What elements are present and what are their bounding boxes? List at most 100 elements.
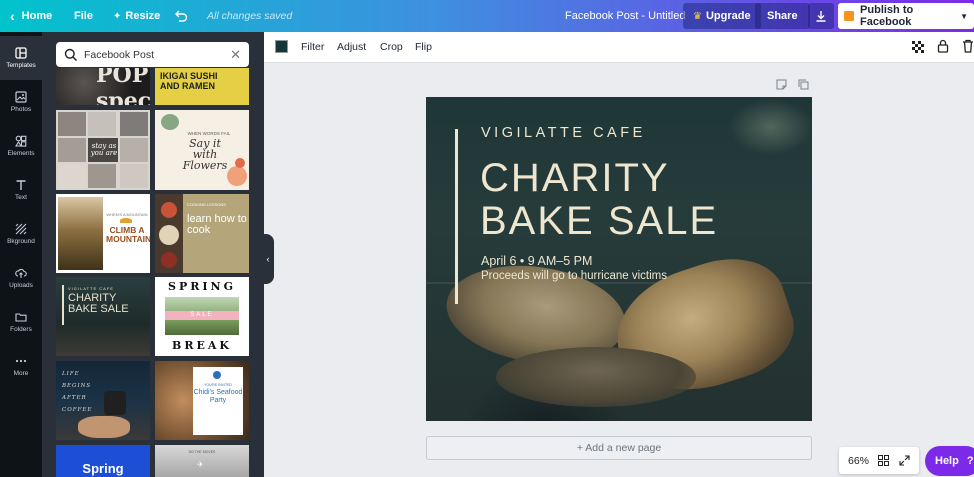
save-status: All changes saved xyxy=(207,10,293,22)
more-dots-icon xyxy=(15,359,27,363)
close-icon[interactable]: ✕ xyxy=(230,47,241,63)
nav-more[interactable]: More xyxy=(0,344,42,388)
thumbnail-text: stay as you are xyxy=(90,142,118,157)
template-thumbnail[interactable]: IKIGAI SUSHI AND RAMEN xyxy=(155,68,249,105)
note-text[interactable]: Proceeds will go to hurricane victims xyxy=(481,270,667,282)
share-button[interactable]: Share xyxy=(755,3,810,29)
upgrade-button[interactable]: ♛ Upgrade xyxy=(683,3,761,29)
transparency-icon[interactable] xyxy=(912,41,924,53)
thumbnail-text: CLIMB A MOUNTAIN! xyxy=(106,225,150,244)
template-thumbnail[interactable]: WHEN'S A MOUNTAIN CLIMB A MOUNTAIN! xyxy=(56,194,150,273)
filter-button[interactable]: Filter xyxy=(301,41,324,53)
chevron-left-icon: ‹ xyxy=(10,8,15,24)
page-notes-icon[interactable] xyxy=(776,79,787,90)
folder-icon xyxy=(15,313,27,322)
nav-text[interactable]: Text xyxy=(0,168,42,212)
headline-line-1: CHARITY xyxy=(480,156,670,200)
nav-elements[interactable]: Elements xyxy=(0,124,42,168)
nav-folders[interactable]: Folders xyxy=(0,300,42,344)
trash-icon[interactable] xyxy=(962,39,974,53)
publish-label: Publish to Facebook xyxy=(860,4,914,28)
nav-label: Elements xyxy=(7,150,35,157)
nav-uploads[interactable]: Uploads xyxy=(0,256,42,300)
nav-label: Bkground xyxy=(7,238,35,245)
duplicate-page-icon[interactable] xyxy=(798,79,809,90)
grid-view-icon[interactable] xyxy=(878,455,889,466)
chevron-down-icon[interactable]: ▼ xyxy=(960,12,968,21)
thumbnail-text: Chidi's Seafood Party xyxy=(193,389,243,404)
search-input[interactable] xyxy=(84,48,224,61)
side-nav: Templates Photos Elements Text Bkground … xyxy=(0,32,42,477)
crop-button[interactable]: Crop xyxy=(380,41,403,53)
template-thumbnail[interactable]: COOKING LESSONS learn how to cook xyxy=(155,194,249,273)
crown-icon: ♛ xyxy=(693,10,702,22)
template-thumbnail[interactable]: VIGILATTE CAFE CHARITY BAKE SALE xyxy=(56,277,150,356)
zoom-control: 66% xyxy=(839,447,919,474)
collapse-panel-button[interactable]: ‹ xyxy=(262,234,274,284)
publish-facebook-button[interactable]: Publish to Facebook ▼ xyxy=(838,3,974,29)
thumbnail-text: WHEN WORDS FAIL xyxy=(187,131,231,136)
template-thumbnail[interactable]: Spring xyxy=(56,445,150,477)
nav-label: Templates xyxy=(6,62,36,69)
template-thumbnail[interactable]: POP specials xyxy=(56,68,150,105)
thumbnail-text: CHARITY BAKE SALE xyxy=(68,292,129,315)
accent-line[interactable] xyxy=(455,129,458,304)
cafe-name-text[interactable]: VIGILATTE CAFE xyxy=(481,125,646,141)
headline-text[interactable]: CHARITY BAKE SALE xyxy=(480,157,718,243)
thumbnail-text: SPRING xyxy=(168,280,236,293)
shapes-icon xyxy=(15,135,27,147)
templates-icon xyxy=(15,47,27,59)
sparkle-icon: ✦ xyxy=(113,10,122,22)
home-label: Home xyxy=(21,10,53,22)
nav-label: Uploads xyxy=(9,282,33,289)
undo-button[interactable] xyxy=(174,0,187,32)
nav-label: Text xyxy=(15,194,27,201)
template-thumbnail[interactable]: stay as you are xyxy=(56,110,150,190)
text-icon xyxy=(16,180,26,190)
thumbnail-text: learn how to cook xyxy=(187,213,247,236)
template-thumbnail[interactable]: WHEN WORDS FAIL Say it with Flowers xyxy=(155,110,249,190)
photo-icon xyxy=(15,91,27,103)
thumbnail-text: DO THE MOVES xyxy=(188,450,216,454)
nav-background[interactable]: Bkground xyxy=(0,212,42,256)
thumbnail-text: BREAK xyxy=(172,339,232,352)
thumbnail-text: Spring xyxy=(82,461,124,476)
template-search[interactable]: ✕ xyxy=(56,42,249,67)
adjust-button[interactable]: Adjust xyxy=(337,41,366,53)
flag-icon xyxy=(844,11,855,21)
top-bar: ‹ Home File ✦ Resize All changes saved F… xyxy=(0,0,974,32)
thumbnail-text: WHEN'S A MOUNTAIN xyxy=(106,212,148,217)
upload-cloud-icon xyxy=(15,268,27,278)
help-button[interactable]: Help ? xyxy=(925,446,974,476)
thumbnail-text: Say it with Flowers xyxy=(182,137,228,172)
document-title[interactable]: Facebook Post - Untitled xyxy=(565,0,685,32)
thumbnail-text: LIFE BEGINS AFTER COFFEE xyxy=(62,371,93,413)
add-page-button[interactable]: + Add a new page xyxy=(426,436,812,460)
nav-label: Photos xyxy=(10,106,32,113)
home-button[interactable]: ‹ Home xyxy=(10,0,52,32)
download-button[interactable] xyxy=(808,3,834,29)
thumbnail-text: YOU'RE INVITED xyxy=(204,383,232,387)
nav-templates[interactable]: Templates xyxy=(0,36,42,80)
template-thumbnail[interactable]: DO THE MOVES ✈ xyxy=(155,445,249,477)
color-swatch[interactable] xyxy=(275,40,288,53)
editor-toolbar: Filter Adjust Crop Flip xyxy=(264,32,974,63)
file-menu[interactable]: File xyxy=(74,0,93,32)
fullscreen-icon[interactable] xyxy=(899,455,910,466)
template-thumbnail[interactable]: SPRING SALE BREAK xyxy=(155,277,249,356)
download-icon xyxy=(816,11,826,22)
design-canvas[interactable]: VIGILATTE CAFE CHARITY BAKE SALE April 6… xyxy=(426,97,812,421)
thumbnail-text: POP specials xyxy=(96,68,150,105)
thumbnail-text: SALE xyxy=(190,312,214,318)
plane-icon: ✈ xyxy=(197,460,204,469)
template-thumbnail[interactable]: YOU'RE INVITED Chidi's Seafood Party xyxy=(155,361,249,440)
flip-button[interactable]: Flip xyxy=(415,41,432,53)
nav-photos[interactable]: Photos xyxy=(0,80,42,124)
lock-icon[interactable] xyxy=(937,39,949,53)
date-text[interactable]: April 6 • 9 AM–5 PM xyxy=(481,254,592,268)
thumbnail-text: IKIGAI SUSHI AND RAMEN xyxy=(160,71,218,91)
resize-button[interactable]: ✦ Resize xyxy=(113,0,160,32)
zoom-level[interactable]: 66% xyxy=(848,455,869,467)
thumbnail-text: COOKING LESSONS xyxy=(187,202,226,207)
template-thumbnail[interactable]: LIFE BEGINS AFTER COFFEE xyxy=(56,361,150,440)
